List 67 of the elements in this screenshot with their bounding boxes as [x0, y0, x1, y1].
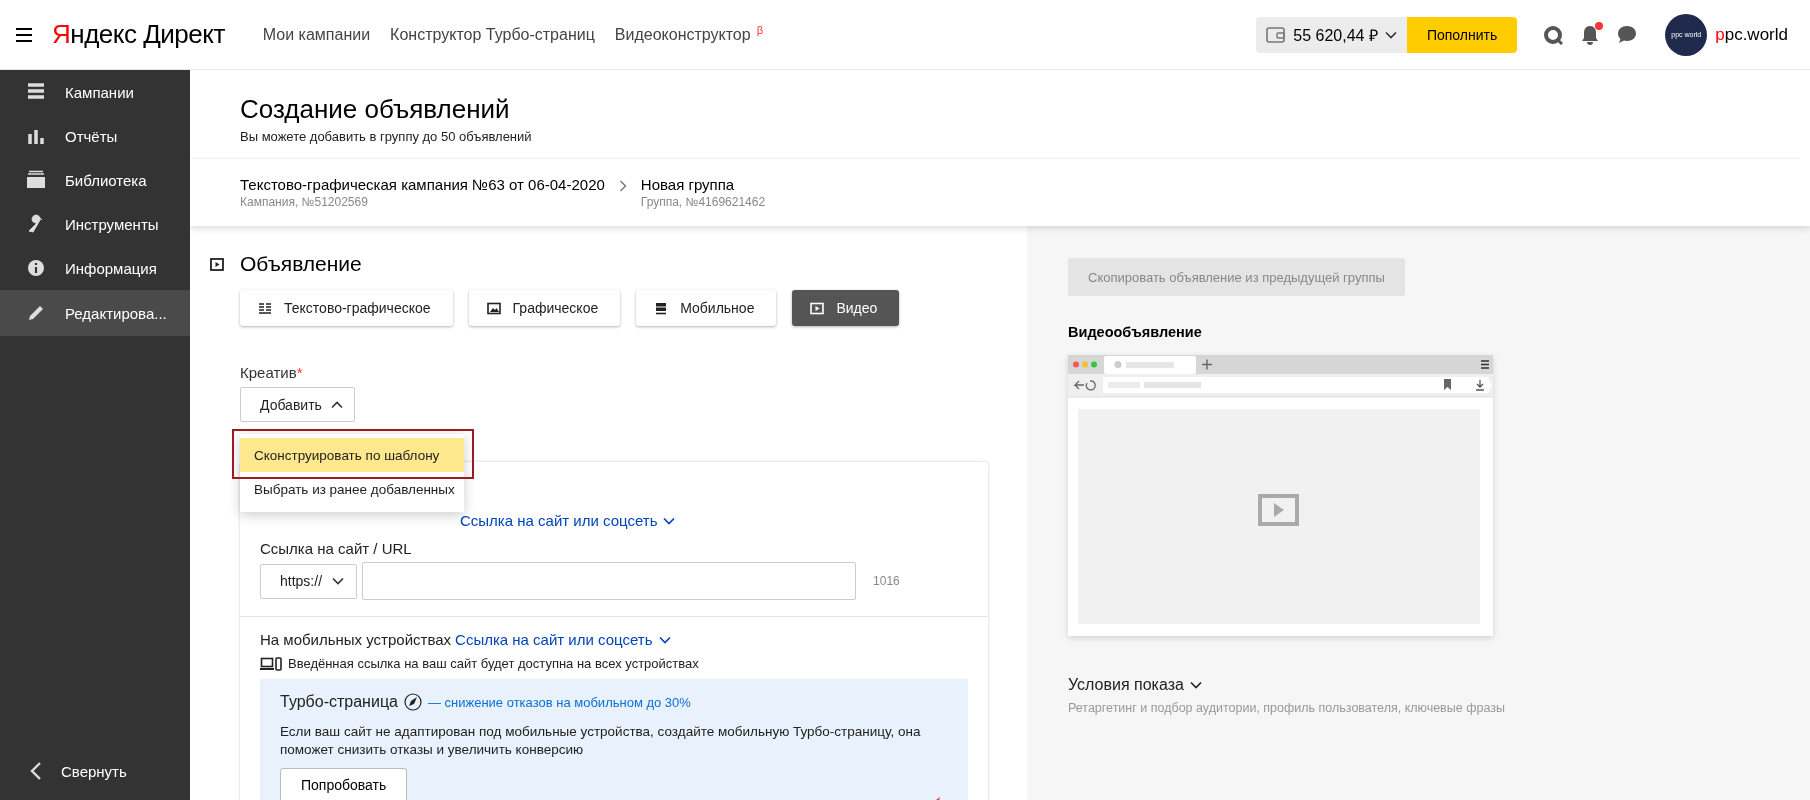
nav-link[interactable]: Мои кампании: [262, 25, 371, 44]
balance-button[interactable]: 55 620,44 ₽: [1256, 16, 1407, 53]
sidebar-item[interactable]: Библиотека: [0, 158, 190, 202]
bell-icon[interactable]: [1581, 24, 1600, 45]
promo-title: Турбо-страница: [280, 693, 398, 711]
chevron-down-icon: [1189, 681, 1202, 689]
menu-icon[interactable]: [16, 27, 32, 42]
sidebar-item[interactable]: Отчёты: [0, 114, 190, 158]
page-subtitle: Вы можете добавить в группу до 50 объявлений: [240, 129, 533, 144]
info-text: Введённая ссылка на ваш сайт будет доступна на всех устройствах: [288, 656, 699, 671]
play-icon: [210, 257, 224, 271]
breadcrumb-caption: Группа, №4169621462: [640, 195, 766, 209]
field-label: Креатив*: [240, 364, 304, 381]
ad-type-tab[interactable]: Текстово-графическое: [240, 290, 453, 326]
wallet-icon: [1266, 25, 1287, 44]
text-lines-icon: [258, 301, 272, 315]
devices-icon: [260, 656, 282, 671]
breadcrumb-link[interactable]: Новая группа: [640, 176, 766, 193]
info-icon: [26, 258, 46, 278]
menu-item[interactable]: Выбрать из ранее добавленных: [240, 472, 464, 506]
chevron-right-icon: [618, 180, 627, 192]
section-title: Объявление: [240, 252, 362, 276]
url-field[interactable]: [362, 562, 857, 600]
sidebar-item[interactable]: Кампании: [0, 70, 190, 114]
sidebar-item[interactable]: Редактирова...: [0, 290, 190, 336]
nav-link[interactable]: Конструктор Турбо-страниц: [390, 25, 595, 44]
field-label: На мобильных устройствах: [260, 631, 452, 648]
add-dropdown-button[interactable]: Добавить: [240, 387, 355, 422]
chevron-down-icon: [1384, 30, 1397, 39]
promo-tagline: — снижение отказов на мобильном до 30%: [427, 694, 691, 710]
play-icon: [810, 301, 825, 315]
conditions-toggle[interactable]: Условия показа: [1068, 676, 1202, 694]
collapse-button[interactable]: Свернуть: [0, 746, 190, 796]
sidebar-item[interactable]: Информация: [0, 246, 190, 290]
sidebar-item[interactable]: Инструменты: [0, 202, 190, 246]
nav-link[interactable]: Видеоконструктор $^{β}$: [614, 24, 763, 45]
chat-icon[interactable]: [1617, 25, 1638, 44]
breadcrumb-link[interactable]: Текстово-графическая кампания №63 от 06-04-2020: [240, 176, 605, 193]
search-icon[interactable]: [1543, 24, 1564, 45]
chevron-down-icon: [332, 577, 345, 585]
chevron-down-icon: [658, 635, 671, 644]
preview-title: Видеообъявление: [1068, 324, 1203, 340]
char-counter: 1016: [873, 574, 900, 588]
logo[interactable]: Яндекс Директ: [52, 19, 225, 50]
image-icon: [486, 301, 501, 315]
user-name[interactable]: ppc.world: [1715, 24, 1788, 45]
chevron-left-icon: [30, 761, 42, 781]
promo-text: Если ваш сайт не адаптирован под мобильные устройства, создайте мобильную Турбо-страницу, она поможет снизить отказы и увеличить конверсию: [280, 723, 922, 759]
try-button[interactable]: Попробовать: [280, 768, 408, 800]
list-icon: [26, 82, 46, 102]
ad-type-tab[interactable]: Мобильное: [636, 290, 777, 326]
link-dropdown[interactable]: Ссылка на сайт или соцсеть: [455, 631, 671, 648]
protocol-select[interactable]: https://: [260, 563, 358, 599]
chevron-up-icon: [330, 400, 343, 409]
pencil-icon: [26, 303, 46, 323]
conditions-text: Ретаргетинг и подбор аудитории, профиль пользователя, ключевые фразы: [1068, 701, 1506, 715]
stack-icon: [654, 301, 669, 315]
chevron-down-icon: [663, 516, 676, 525]
page-title: Создание объявлений: [240, 94, 511, 125]
ad-type-tab[interactable]: Видео: [792, 290, 900, 326]
menu-item[interactable]: Сконструировать по шаблону: [240, 438, 464, 472]
topup-button[interactable]: Пополнить: [1406, 16, 1518, 53]
library-icon: [26, 170, 46, 190]
field-label: Ссылка на сайт / URL: [260, 540, 413, 557]
ad-type-tab[interactable]: Графическое: [468, 290, 621, 326]
link-dropdown[interactable]: Ссылка на сайт или соцсеть: [460, 512, 676, 529]
breadcrumb-caption: Кампания, №51202569: [240, 195, 369, 209]
